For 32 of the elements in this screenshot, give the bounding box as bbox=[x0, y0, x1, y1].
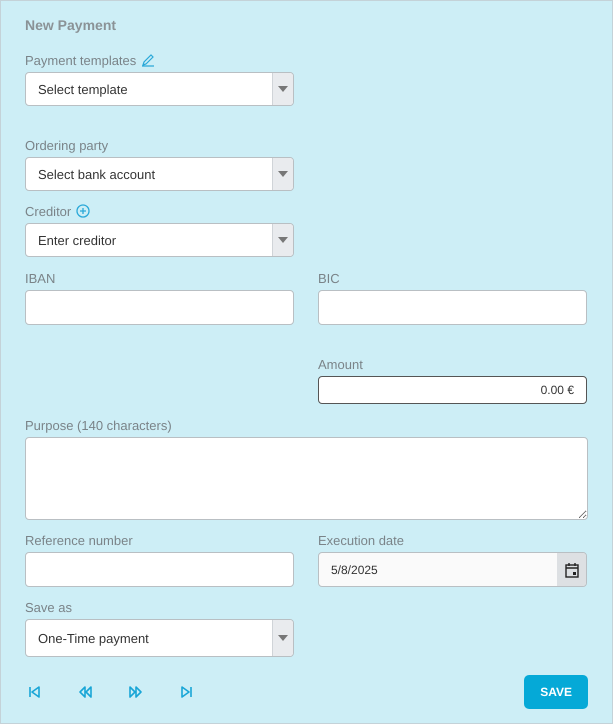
field-label: IBAN bbox=[25, 270, 56, 286]
iban-field[interactable] bbox=[25, 290, 294, 325]
field-label: Ordering party bbox=[25, 138, 108, 152]
bank-account-select[interactable]: Select bank account bbox=[25, 157, 294, 191]
caret-icon bbox=[278, 86, 288, 92]
reference-field[interactable] bbox=[25, 552, 294, 587]
save-as-select[interactable]: One-Time payment bbox=[25, 619, 294, 657]
field-label: Purpose (140 characters) bbox=[25, 418, 172, 432]
bic-field[interactable] bbox=[318, 290, 587, 325]
field-label: Payment templates bbox=[25, 52, 136, 68]
field-label: Execution date bbox=[318, 532, 404, 548]
field-label: BIC bbox=[318, 270, 340, 286]
date-field[interactable]: 5/8/2025 bbox=[318, 552, 587, 587]
template-select[interactable]: Select template bbox=[25, 72, 294, 106]
calendar-icon[interactable] bbox=[564, 562, 578, 578]
last-page-icon[interactable] bbox=[180, 685, 194, 699]
field-label: Save as bbox=[25, 600, 72, 614]
creditor-select[interactable]: Enter creditor bbox=[25, 223, 294, 257]
pencil-icon[interactable] bbox=[141, 53, 156, 67]
field-label: Amount bbox=[318, 356, 363, 372]
amount-field[interactable]: 0.00 € bbox=[318, 376, 587, 404]
form-title: New Payment bbox=[25, 17, 118, 33]
caret-icon bbox=[278, 237, 288, 243]
field-label: Creditor bbox=[25, 204, 72, 218]
caret-icon bbox=[278, 171, 288, 177]
purpose-field[interactable] bbox=[25, 437, 588, 520]
add-icon[interactable] bbox=[76, 204, 90, 218]
caret-icon bbox=[278, 635, 288, 641]
fast-forward-icon[interactable] bbox=[129, 685, 143, 699]
field-label: Reference number bbox=[25, 532, 133, 548]
first-page-icon[interactable] bbox=[27, 685, 41, 699]
rewind-icon[interactable] bbox=[78, 685, 92, 699]
